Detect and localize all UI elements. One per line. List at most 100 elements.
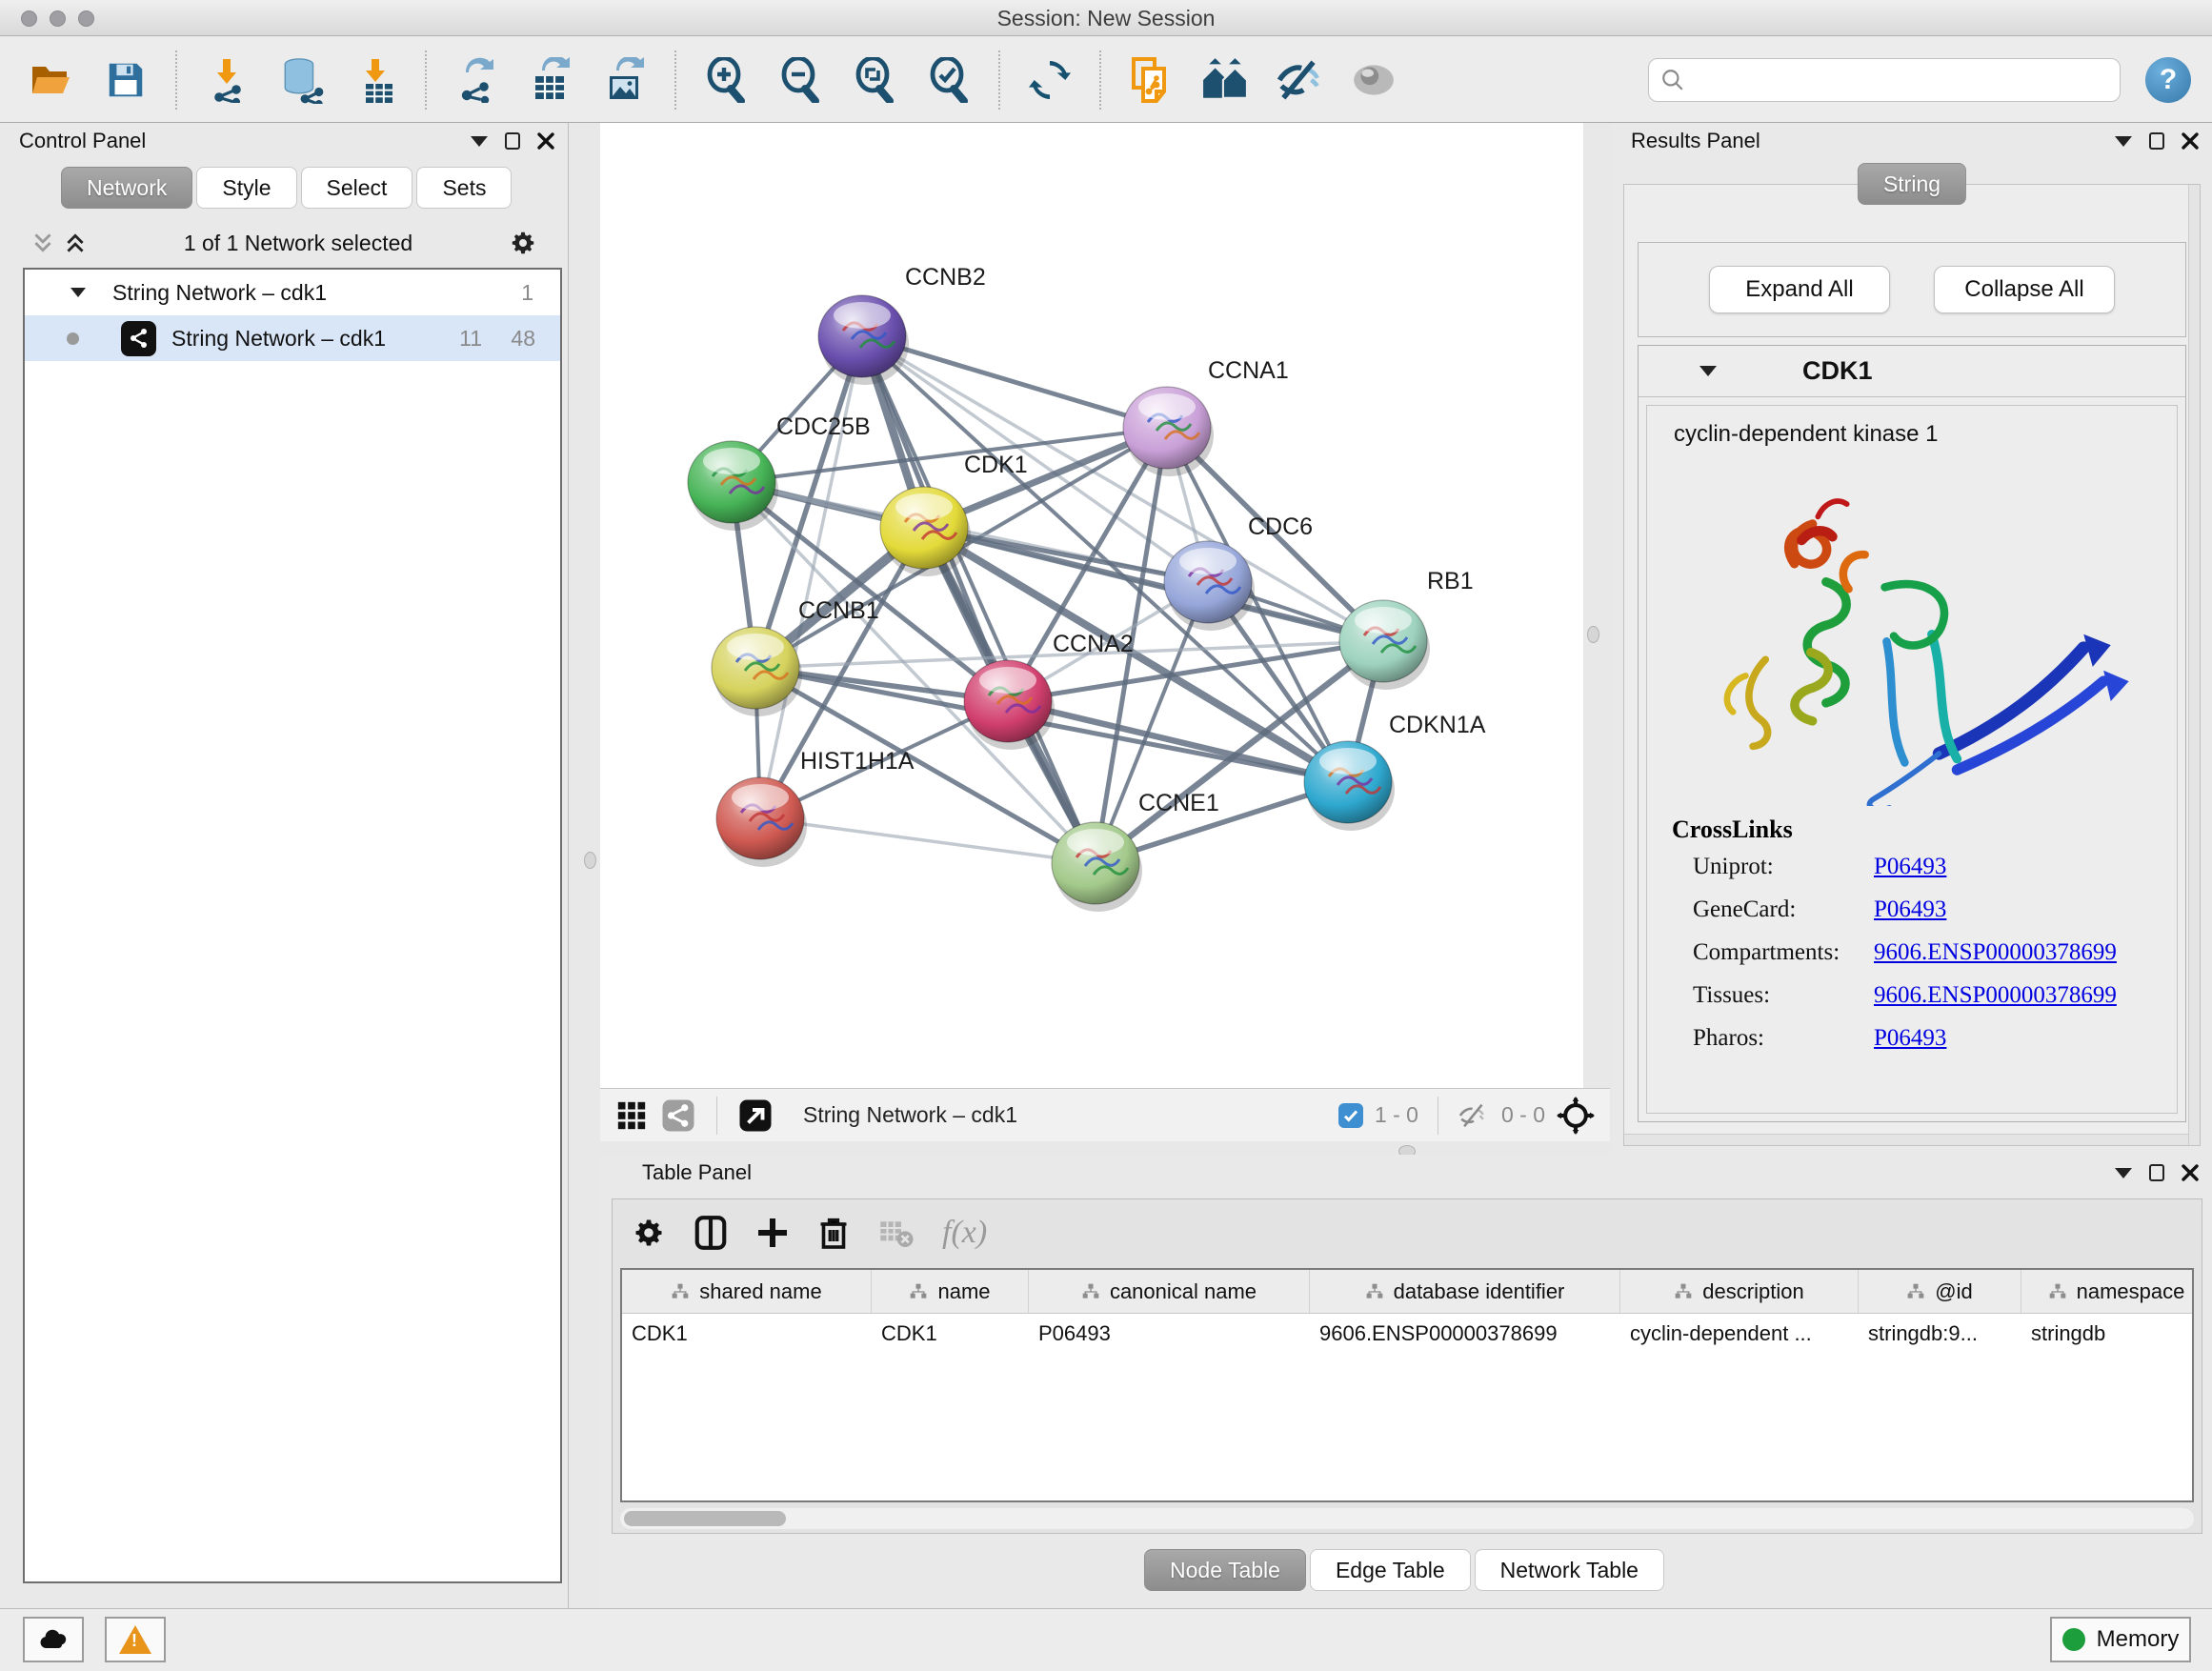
network-node-CDC25B[interactable] [688, 441, 778, 531]
tab-style[interactable]: Style [196, 167, 296, 209]
open-in-window-icon[interactable] [738, 1098, 773, 1133]
column-header-namespace[interactable]: namespace [2021, 1270, 2194, 1313]
results-horizontal-scrollbar[interactable] [1624, 1134, 2188, 1145]
select-columns-icon[interactable] [693, 1215, 729, 1251]
tab-network-table[interactable]: Network Table [1475, 1549, 1664, 1591]
network-node-HIST1H1A[interactable] [716, 777, 807, 867]
clone-network-icon[interactable] [1126, 55, 1176, 105]
selected-checkbox-icon[interactable] [1338, 1103, 1363, 1128]
tab-sets[interactable]: Sets [416, 167, 512, 209]
import-database-icon[interactable] [276, 55, 326, 105]
delete-column-icon[interactable] [816, 1216, 851, 1250]
table-row[interactable]: CDK1CDK1P064939606.ENSP00000378699cyclin… [622, 1314, 2192, 1356]
collection-expander-icon[interactable] [70, 288, 86, 297]
warning-status-button[interactable] [105, 1617, 166, 1662]
grid-view-icon[interactable] [615, 1099, 648, 1132]
panel-close-icon[interactable] [2182, 132, 2199, 150]
panel-float-icon[interactable] [2149, 132, 2164, 150]
panel-menu-icon[interactable] [2115, 136, 2132, 147]
zoom-out-icon[interactable] [775, 55, 825, 105]
crosslink-link[interactable]: 9606.ENSP00000378699 [1874, 982, 2117, 1009]
network-node-RB1[interactable] [1339, 600, 1430, 690]
window-zoom-button[interactable] [78, 10, 94, 27]
tab-edge-table[interactable]: Edge Table [1310, 1549, 1471, 1591]
crosslink-link[interactable]: P06493 [1874, 896, 1946, 923]
results-vertical-scrollbar[interactable] [2188, 185, 2200, 1145]
show-all-icon[interactable] [1349, 55, 1398, 105]
panel-close-icon[interactable] [537, 132, 554, 150]
network-node-CCNB1[interactable] [712, 627, 802, 716]
first-neighbors-icon[interactable] [1200, 55, 1250, 105]
table-horizontal-scrollbar[interactable] [620, 1508, 2194, 1529]
gear-icon[interactable] [509, 229, 537, 257]
import-table-icon[interactable] [351, 55, 400, 105]
column-header-description[interactable]: description [1620, 1270, 1859, 1313]
panel-float-icon[interactable] [505, 132, 520, 150]
network-tree: String Network – cdk1 1 String Network –… [23, 268, 562, 1583]
network-edge-CCNB2-HIST1H1A[interactable] [760, 336, 862, 818]
crosslink-link[interactable]: 9606.ENSP00000378699 [1874, 939, 2117, 966]
import-network-icon[interactable] [202, 55, 251, 105]
hide-selected-icon[interactable] [1275, 55, 1324, 105]
collapse-all-button[interactable]: Collapse All [1934, 266, 2115, 313]
network-node-CDK1[interactable] [880, 487, 971, 576]
hidden-eye-icon[interactable] [1458, 1099, 1490, 1132]
memory-button[interactable]: Memory [2050, 1617, 2191, 1662]
cdk1-section-header[interactable]: CDK1 [1639, 346, 2185, 397]
expand-all-button[interactable]: Expand All [1709, 266, 1890, 313]
export-table-icon[interactable] [526, 55, 575, 105]
column-header-canonical-name[interactable]: canonical name [1029, 1270, 1310, 1313]
network-node-CCNA1[interactable] [1123, 387, 1214, 476]
network-node-CCNE1[interactable] [1052, 822, 1142, 912]
collapse-all-icon[interactable] [30, 231, 55, 255]
node-label-CCNE1: CCNE1 [1138, 790, 1219, 816]
network-node-count: 11 [459, 326, 482, 352]
vertical-splitter-handle[interactable] [1587, 626, 1599, 643]
crosshair-icon[interactable] [1557, 1097, 1595, 1135]
export-network-icon[interactable] [452, 55, 501, 105]
network-node-CCNA2[interactable] [964, 660, 1055, 750]
tab-string[interactable]: String [1858, 163, 1966, 205]
crosslink-link[interactable]: P06493 [1874, 1025, 1946, 1052]
export-image-icon[interactable] [600, 55, 650, 105]
network-canvas[interactable]: CCNB2CCNA1CDC25BCDK1CDC6RB1CCNB1CCNA2CDK… [600, 123, 1583, 1088]
refresh-layout-icon[interactable] [1025, 55, 1075, 105]
share-view-icon[interactable] [661, 1098, 695, 1133]
section-expander-icon[interactable] [1699, 366, 1717, 376]
network-edge-HIST1H1A-CCNE1[interactable] [760, 818, 1096, 863]
zoom-selected-icon[interactable] [924, 55, 974, 105]
search-input[interactable] [1693, 68, 2108, 92]
zoom-fit-icon[interactable] [850, 55, 899, 105]
crosslink-row: Tissues:9606.ENSP00000378699 [1672, 982, 2177, 1009]
zoom-in-icon[interactable] [701, 55, 751, 105]
network-row[interactable]: String Network – cdk1 11 48 [25, 315, 560, 361]
column-header-shared-name[interactable]: shared name [622, 1270, 872, 1313]
panel-menu-icon[interactable] [471, 136, 488, 147]
tab-select[interactable]: Select [301, 167, 413, 209]
network-edge-CCNB2-CCNE1[interactable] [862, 336, 1096, 863]
column-header-name[interactable]: name [872, 1270, 1029, 1313]
tab-node-table[interactable]: Node Table [1144, 1549, 1306, 1591]
panel-menu-icon[interactable] [2115, 1168, 2132, 1178]
network-collection-row[interactable]: String Network – cdk1 1 [25, 270, 560, 315]
window-close-button[interactable] [21, 10, 37, 27]
vertical-splitter-handle[interactable] [584, 852, 596, 869]
tab-network[interactable]: Network [61, 167, 192, 209]
table-cell: stringdb [2021, 1314, 2194, 1356]
table-settings-icon[interactable] [632, 1216, 666, 1250]
network-node-CDKN1A[interactable] [1304, 741, 1395, 831]
network-node-CDC6[interactable] [1164, 541, 1255, 631]
crosslink-link[interactable]: P06493 [1874, 854, 1946, 880]
column-header-database-identifier[interactable]: database identifier [1310, 1270, 1620, 1313]
cloud-status-button[interactable] [23, 1617, 84, 1662]
network-edge-CCNB2-RB1[interactable] [862, 336, 1383, 641]
save-session-icon[interactable] [101, 55, 151, 105]
help-icon[interactable]: ? [2145, 57, 2191, 103]
window-minimize-button[interactable] [50, 10, 66, 27]
open-session-icon[interactable] [27, 55, 76, 105]
expand-all-icon[interactable] [63, 231, 88, 255]
add-column-icon[interactable] [755, 1216, 790, 1250]
panel-float-icon[interactable] [2149, 1164, 2164, 1181]
column-header--id[interactable]: @id [1859, 1270, 2021, 1313]
panel-close-icon[interactable] [2182, 1164, 2199, 1181]
